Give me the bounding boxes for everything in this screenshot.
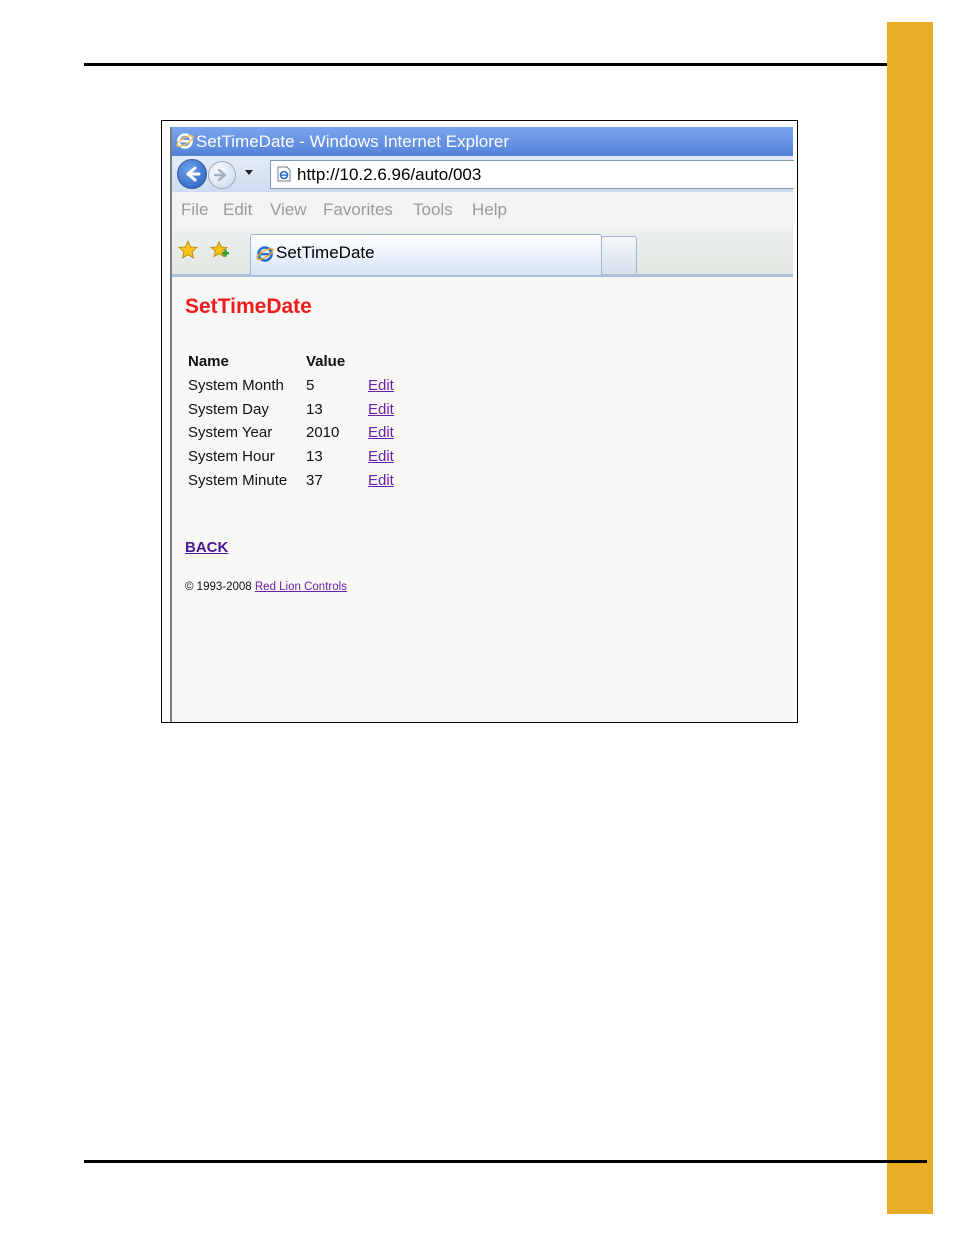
- navigation-bar: http://10.2.6.96/auto/003: [172, 156, 794, 192]
- window-title: SetTimeDate - Windows Internet Explorer: [196, 132, 510, 151]
- tab-label: SetTimeDate: [276, 243, 375, 262]
- column-header-value: Value: [306, 353, 346, 371]
- tab-settimedate[interactable]: SetTimeDate: [250, 234, 602, 275]
- recent-pages-dropdown-icon[interactable]: [244, 167, 254, 177]
- column-header-name: Name: [188, 353, 229, 371]
- page-title: SetTimeDate: [185, 295, 312, 318]
- setting-name: System Month: [188, 377, 284, 395]
- column-header-action: [368, 350, 394, 374]
- menu-favorites[interactable]: Favorites: [323, 192, 393, 228]
- table-row: System Hour 13 Edit: [188, 445, 394, 469]
- page-content: SetTimeDate Name Value System Month 5 Ed…: [172, 277, 793, 722]
- url-text: http://10.2.6.96/auto/003: [297, 165, 482, 184]
- setting-name: System Day: [188, 400, 269, 418]
- forward-arrow-icon: [213, 168, 227, 182]
- add-favorite-icon[interactable]: [210, 240, 230, 260]
- back-arrow-icon: [186, 166, 201, 182]
- tab-bar: SetTimeDate: [172, 228, 793, 277]
- table-header-row: Name Value: [188, 350, 394, 374]
- menu-file[interactable]: File: [181, 192, 208, 228]
- favorites-star-icon[interactable]: [178, 240, 198, 260]
- setting-name: System Year: [188, 424, 273, 442]
- ie-page-icon: [256, 246, 274, 262]
- forward-button[interactable]: [208, 161, 236, 189]
- setting-name: System Hour: [188, 448, 275, 466]
- back-button[interactable]: [177, 159, 207, 189]
- section-side-tab: [887, 22, 933, 1214]
- copyright-text: © 1993-2008: [185, 581, 252, 593]
- menu-tools[interactable]: Tools: [413, 192, 453, 228]
- settings-table: Name Value System Month 5 Edit System Da…: [188, 350, 394, 492]
- table-row: System Minute 37 Edit: [188, 468, 394, 492]
- edit-link-system-month[interactable]: Edit: [368, 377, 394, 394]
- header-rule: [84, 63, 927, 66]
- copyright-footer: © 1993-2008 Red Lion Controls: [185, 581, 347, 593]
- setting-value: 13: [306, 400, 323, 418]
- menu-edit[interactable]: Edit: [223, 192, 252, 228]
- edit-link-system-hour[interactable]: Edit: [368, 448, 394, 465]
- setting-value: 2010: [306, 424, 340, 442]
- edit-link-system-minute[interactable]: Edit: [368, 472, 394, 489]
- page-icon: [277, 166, 291, 182]
- table-row: System Day 13 Edit: [188, 397, 394, 421]
- setting-name: System Minute: [188, 471, 288, 489]
- ie-logo-icon: [176, 133, 194, 149]
- table-row: System Year 2010 Edit: [188, 421, 394, 445]
- red-lion-link[interactable]: Red Lion Controls: [255, 581, 347, 593]
- menu-bar: File Edit View Favorites Tools Help: [172, 192, 793, 229]
- menu-help[interactable]: Help: [472, 192, 507, 228]
- footer-rule: [84, 1160, 927, 1163]
- table-row: System Month 5 Edit: [188, 374, 394, 398]
- ie-window: SetTimeDate - Windows Internet Explorer: [170, 127, 794, 722]
- back-link[interactable]: BACK: [185, 539, 228, 556]
- edit-link-system-day[interactable]: Edit: [368, 401, 394, 418]
- setting-value: 37: [306, 471, 323, 489]
- menu-view[interactable]: View: [270, 192, 307, 228]
- browser-screenshot: SetTimeDate - Windows Internet Explorer: [161, 120, 798, 723]
- address-field[interactable]: http://10.2.6.96/auto/003: [270, 160, 794, 189]
- setting-value: 13: [306, 448, 323, 466]
- window-titlebar: SetTimeDate - Windows Internet Explorer: [172, 127, 793, 156]
- edit-link-system-year[interactable]: Edit: [368, 424, 394, 441]
- setting-value: 5: [306, 377, 315, 395]
- new-tab-button[interactable]: [601, 236, 637, 273]
